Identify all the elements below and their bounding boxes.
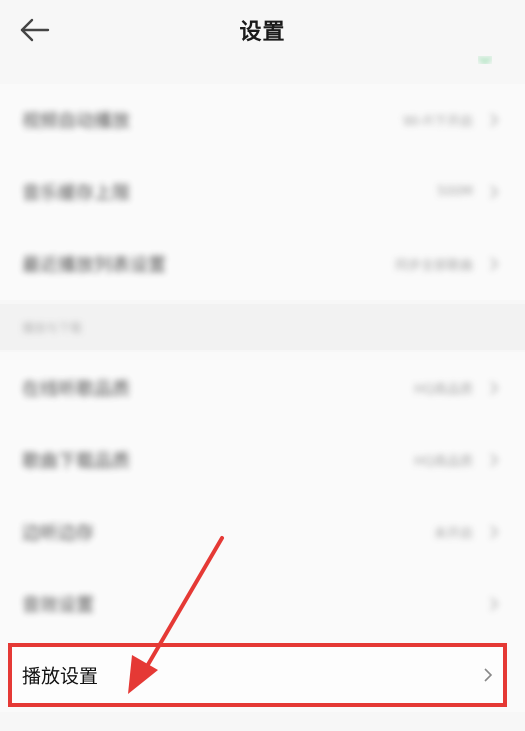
chevron-right-icon (490, 113, 499, 127)
setting-label: 音乐缓存上限 (22, 183, 130, 204)
chevron-down-icon (478, 56, 492, 64)
section-header: 播放与下载 (0, 304, 525, 350)
settings-group-general: 视频自动播放 Wi-Fi下开启 音乐缓存上限 500M 最近播放列表设置 同步全… (0, 84, 525, 300)
top-bar: 设置 (0, 0, 525, 72)
setting-label: 在线听歌品质 (22, 379, 130, 400)
setting-row-online-quality[interactable]: 在线听歌品质 HQ高品质 (0, 352, 525, 424)
setting-value: Wi-Fi下开启 (402, 114, 473, 130)
setting-value: 同步全部歌曲 (394, 258, 473, 274)
setting-label: 音效设置 (22, 595, 94, 616)
chevron-right-icon (490, 525, 499, 539)
setting-value: 未开启 (433, 526, 473, 542)
chevron-right-icon (484, 668, 493, 682)
setting-label: 最近播放列表设置 (22, 255, 166, 276)
setting-label: 歌曲下载品质 (22, 451, 130, 472)
setting-value: HQ高品质 (413, 382, 473, 398)
section-header-label: 播放与下载 (22, 321, 83, 335)
setting-row-playback-settings[interactable]: 播放设置 (8, 643, 507, 707)
chevron-right-icon (490, 185, 499, 199)
setting-row-cache-while-listening[interactable]: 边听边存 未开启 (0, 496, 525, 568)
setting-row-recent-playlist[interactable]: 最近播放列表设置 同步全部歌曲 (0, 228, 525, 300)
page-title: 设置 (239, 20, 286, 45)
setting-row-music-cache-limit[interactable]: 音乐缓存上限 500M (0, 156, 525, 228)
chevron-right-icon (490, 453, 499, 467)
chevron-right-icon (490, 257, 499, 271)
setting-row-video-autoplay[interactable]: 视频自动播放 Wi-Fi下开启 (0, 84, 525, 156)
setting-label: 边听边存 (22, 523, 94, 544)
setting-label: 播放设置 (22, 665, 99, 688)
setting-value: 500M (436, 184, 473, 200)
setting-value: HQ高品质 (413, 454, 473, 470)
chevron-right-icon (490, 381, 499, 395)
chevron-right-icon (490, 597, 499, 611)
setting-row-sound-effects[interactable]: 音效设置 (0, 568, 525, 640)
setting-row-download-quality[interactable]: 歌曲下载品质 HQ高品质 (0, 424, 525, 496)
setting-label: 视频自动播放 (22, 111, 130, 132)
